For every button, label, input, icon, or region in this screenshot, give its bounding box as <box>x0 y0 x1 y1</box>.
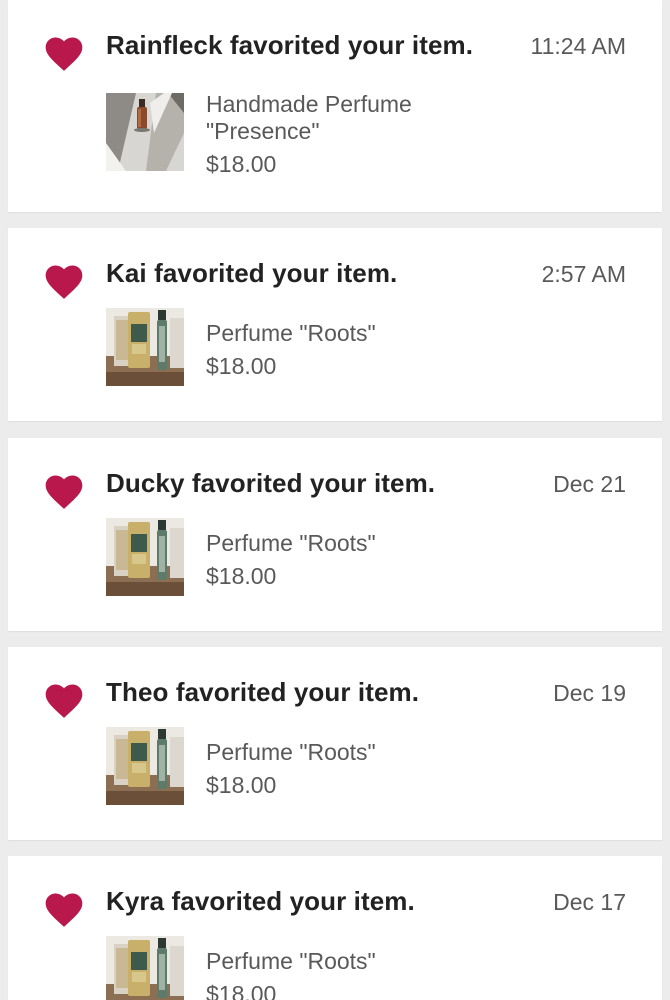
item-title-line: "Presence" <box>206 118 320 144</box>
notification-card[interactable]: Kai favorited your item. 2:57 AM Perfume… <box>8 228 662 421</box>
heart-icon <box>42 888 86 932</box>
item-thumbnail[interactable] <box>106 518 184 596</box>
item-title-line: Perfume "Roots" <box>206 320 376 346</box>
item-price: $18.00 <box>206 772 277 798</box>
notification-time: 2:57 AM <box>541 261 626 287</box>
perfume-presence-photo-icon <box>106 93 184 171</box>
item-thumbnail[interactable] <box>106 93 184 171</box>
perfume-roots-photo-icon <box>106 518 184 596</box>
item-price: $18.00 <box>206 151 277 177</box>
item-title-line: Perfume "Roots" <box>206 948 376 974</box>
notification-card[interactable]: Ducky favorited your item. Dec 21 Perfum… <box>8 438 662 631</box>
item-price: $18.00 <box>206 563 277 589</box>
item-info[interactable]: Perfume "Roots" $18.00 <box>206 739 376 799</box>
notification-card[interactable]: Theo favorited your item. Dec 19 Perfume… <box>8 647 662 840</box>
heart-icon <box>42 260 86 304</box>
item-info[interactable]: Perfume "Roots" $18.00 <box>206 320 376 380</box>
item-info[interactable]: Perfume "Roots" $18.00 <box>206 948 376 1000</box>
item-title-line: Handmade Perfume <box>206 91 412 117</box>
notification-time: Dec 19 <box>553 680 626 706</box>
item-thumbnail[interactable] <box>106 727 184 805</box>
heart-icon <box>42 470 86 514</box>
perfume-roots-photo-icon <box>106 936 184 1000</box>
item-thumbnail[interactable] <box>106 308 184 386</box>
notification-headline: Rainfleck favorited your item. <box>106 30 474 60</box>
perfume-roots-photo-icon <box>106 727 184 805</box>
notification-headline: Kai favorited your item. <box>106 258 398 288</box>
item-info[interactable]: Handmade Perfume "Presence" $18.00 <box>206 91 412 178</box>
notification-headline: Kyra favorited your item. <box>106 886 415 916</box>
notification-card[interactable]: Rainfleck favorited your item. 11:24 AM … <box>8 0 662 212</box>
notification-headline: Theo favorited your item. <box>106 677 420 707</box>
notification-card[interactable]: Kyra favorited your item. Dec 17 Perfume… <box>8 856 662 1000</box>
notification-time: Dec 17 <box>553 889 626 915</box>
item-title-line: Perfume "Roots" <box>206 530 376 556</box>
notification-time: 11:24 AM <box>530 33 626 59</box>
item-price: $18.00 <box>206 353 277 379</box>
notification-time: Dec 21 <box>553 471 626 497</box>
heart-icon <box>42 32 86 76</box>
item-thumbnail[interactable] <box>106 936 184 1000</box>
item-price: $18.00 <box>206 981 277 1000</box>
heart-icon <box>42 679 86 723</box>
notification-headline: Ducky favorited your item. <box>106 468 436 498</box>
item-title-line: Perfume "Roots" <box>206 739 376 765</box>
item-info[interactable]: Perfume "Roots" $18.00 <box>206 530 376 590</box>
perfume-roots-photo-icon <box>106 308 184 386</box>
